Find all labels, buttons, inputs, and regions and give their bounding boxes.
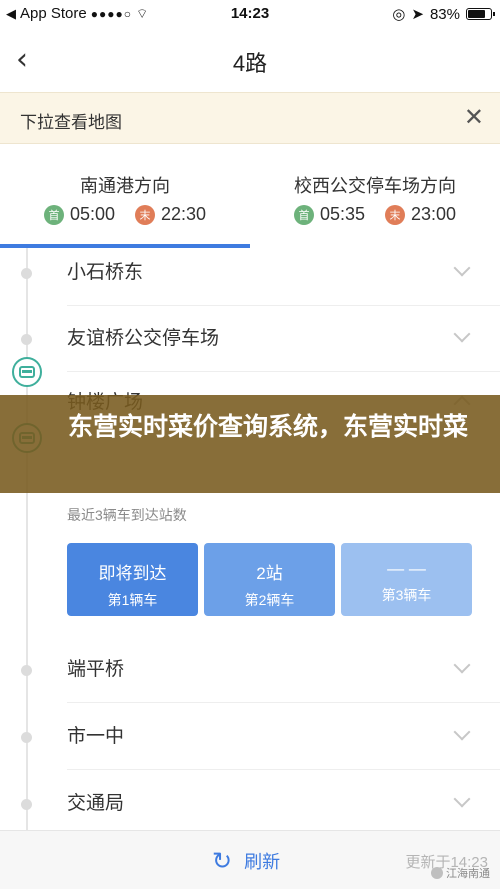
- arrival-status: — —: [387, 559, 426, 578]
- last-bus-badge: 末: [385, 204, 405, 225]
- stop-name: 友谊桥公交停车场: [67, 328, 220, 349]
- bus-index: 第2辆车: [244, 592, 295, 608]
- chevron-down-icon: [453, 723, 471, 741]
- stop-dot: [21, 334, 32, 345]
- stop-dot: [21, 665, 32, 676]
- divider: [67, 702, 500, 703]
- stop-item[interactable]: 友谊桥公交停车场: [0, 306, 500, 372]
- close-icon[interactable]: ✕: [464, 103, 484, 131]
- watermark-logo-icon: [431, 867, 443, 879]
- first-bus-time: 05:35: [319, 204, 365, 224]
- battery-fill: [468, 10, 485, 18]
- last-bus-time: 22:30: [161, 204, 207, 224]
- service-hours: 首 05:35 末 23:00: [250, 204, 500, 225]
- status-right: ◎ ➤ 83%: [392, 5, 495, 23]
- bottom-bar: ↻ 刷新 更新于14:23 江海南通: [0, 830, 500, 889]
- stop-item[interactable]: 交通局: [0, 771, 500, 837]
- stop-item[interactable]: 端平桥: [0, 637, 500, 703]
- location-icon: ➤: [411, 6, 424, 23]
- stop-name: 小石桥东: [67, 262, 144, 283]
- tab-direction-nantong-port[interactable]: 南通港方向 首 05:00 末 22:30: [0, 144, 250, 248]
- chevron-down-icon: [453, 259, 471, 277]
- last-bus-badge: 末: [135, 204, 155, 225]
- divider: [67, 769, 500, 770]
- service-hours: 首 05:00 末 22:30: [0, 204, 250, 225]
- overlay-banner: 东营实时菜价查询系统，东营实时菜价查询系统，透明化菜: [0, 395, 500, 493]
- battery-percent: 83%: [429, 5, 460, 23]
- bus-arrival-card-2[interactable]: 2站 第2辆车: [204, 543, 335, 616]
- tab-direction-xiaoxi-depot[interactable]: 校西公交停车场方向 首 05:35 末 23:00: [250, 144, 500, 248]
- map-pull-banner[interactable]: 下拉查看地图 ✕: [0, 92, 500, 144]
- stop-dot: [21, 799, 32, 810]
- chevron-down-icon: [453, 325, 471, 343]
- page-title: 4路: [232, 51, 268, 76]
- chevron-down-icon: [453, 790, 471, 808]
- orientation-lock-icon: ◎: [392, 6, 406, 23]
- first-bus-badge: 首: [43, 204, 64, 225]
- first-bus-badge: 首: [293, 204, 314, 225]
- last-bus-time: 23:00: [411, 204, 457, 224]
- direction-tabs: 南通港方向 首 05:00 末 22:30 校西公交停车场方向 首 05:35 …: [0, 144, 500, 248]
- stop-dot: [21, 732, 32, 743]
- stop-item[interactable]: 小石桥东: [0, 240, 500, 306]
- bus-index: 第1辆车: [107, 592, 158, 608]
- stop-name: 端平桥: [67, 659, 125, 680]
- battery-icon: [466, 8, 495, 20]
- bus-arrival-card-3[interactable]: — — 第3辆车: [341, 543, 472, 616]
- stop-item[interactable]: 市一中: [0, 704, 500, 770]
- direction-name: 南通港方向: [80, 176, 170, 196]
- stop-name: 交通局: [67, 793, 125, 814]
- status-bar: ◀ App Store ●●●●○ ⌔ 14:23 ◎ ➤ 83%: [0, 0, 500, 28]
- stop-name: 市一中: [67, 726, 125, 747]
- refresh-label: 刷新: [244, 852, 281, 872]
- refresh-button[interactable]: ↻ 刷新: [212, 847, 280, 875]
- stop-dot: [21, 268, 32, 279]
- bus-index: 第3辆车: [381, 587, 432, 603]
- arrival-label: 最近3辆车到达站数: [67, 507, 187, 523]
- arrival-status: 2站: [256, 564, 283, 583]
- refresh-icon: ↻: [212, 847, 233, 875]
- first-bus-time: 05:00: [69, 204, 115, 224]
- arrival-status: 即将到达: [98, 564, 167, 583]
- overlay-text: 东营实时菜价查询系统，东营实时菜价查询系统，透明化菜: [68, 413, 468, 441]
- nav-bar: ‹ 4路: [0, 28, 500, 92]
- watermark-text: 江海南通: [446, 868, 490, 880]
- banner-text: 下拉查看地图: [20, 113, 122, 132]
- chevron-down-icon: [453, 656, 471, 674]
- bus-arrival-card-1[interactable]: 即将到达 第1辆车: [67, 543, 198, 616]
- watermark: 江海南通: [431, 865, 490, 881]
- direction-name: 校西公交停车场方向: [294, 176, 456, 196]
